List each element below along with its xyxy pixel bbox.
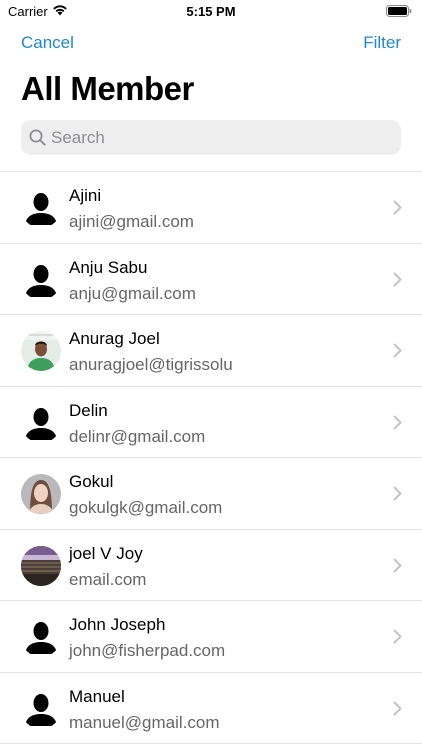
list-item[interactable]: Anurag Joel anuragjoel@tigrissolu <box>0 315 422 387</box>
chevron-right-icon <box>393 629 402 644</box>
member-email: anju@gmail.com <box>69 283 196 303</box>
avatar <box>21 331 61 371</box>
silhouette-icon <box>25 693 57 726</box>
list-item[interactable]: Ajini ajini@gmail.com <box>0 172 422 244</box>
member-email: ajini@gmail.com <box>69 212 194 231</box>
member-email: john@fisherpad.com <box>69 641 226 660</box>
navigation-bar: Cancel Filter <box>0 30 422 58</box>
avatar <box>21 260 61 300</box>
avatar <box>21 689 61 729</box>
photo-avatar-icon <box>21 474 61 514</box>
filter-button[interactable]: Filter <box>363 33 401 53</box>
chevron-right-icon <box>393 343 402 358</box>
avatar <box>21 545 61 586</box>
chevron-right-icon <box>393 701 402 715</box>
status-bar: Carrier 5:15 PM <box>0 0 422 24</box>
member-name: Delin <box>69 400 108 420</box>
member-email: manuel@gmail.com <box>69 712 220 732</box>
cancel-button[interactable]: Cancel <box>21 33 74 53</box>
list-item[interactable]: Anju Sabu anju@gmail.com <box>0 244 422 315</box>
list-item[interactable]: Gokul gokulgk@gmail.com <box>0 458 422 530</box>
member-name: John Joseph <box>69 615 166 634</box>
silhouette-icon <box>25 193 57 225</box>
silhouette-icon <box>25 407 57 440</box>
member-email: anuragjoel@tigrissolu <box>69 355 233 374</box>
avatar <box>21 403 61 443</box>
member-name: Anju Sabu <box>69 257 148 277</box>
avatar <box>21 474 61 514</box>
avatar <box>21 617 61 657</box>
member-name: Anurag Joel <box>69 329 160 348</box>
member-list: Ajini ajini@gmail.com Anju Sabu anju@gma… <box>0 171 422 744</box>
silhouette-icon <box>25 264 57 297</box>
chevron-right-icon <box>393 415 402 429</box>
member-name: Manuel <box>69 686 125 706</box>
list-item[interactable]: John Joseph john@fisherpad.com <box>0 601 422 673</box>
avatar <box>21 188 61 228</box>
member-email: email.com <box>69 569 147 589</box>
member-name: joel V Joy <box>69 543 143 563</box>
member-email: delinr@gmail.com <box>69 426 206 446</box>
list-item[interactable]: joel V Joy email.com <box>0 530 422 601</box>
chevron-right-icon <box>393 200 402 215</box>
silhouette-icon <box>25 622 57 654</box>
list-item[interactable]: Manuel manuel@gmail.com <box>0 673 422 744</box>
chevron-right-icon <box>393 486 402 501</box>
photo-avatar-icon <box>21 331 61 371</box>
member-name: Ajini <box>69 186 102 205</box>
chevron-right-icon <box>393 558 402 572</box>
search-bar[interactable] <box>21 120 401 155</box>
member-name: Gokul <box>69 472 114 491</box>
member-email: gokulgk@gmail.com <box>69 498 223 517</box>
list-item[interactable]: Delin delinr@gmail.com <box>0 387 422 458</box>
photo-avatar-icon <box>21 545 61 586</box>
status-time: 5:15 PM <box>186 4 236 19</box>
battery-icon <box>386 5 412 17</box>
search-icon <box>29 129 46 146</box>
page-title: All Member <box>21 70 194 107</box>
search-input[interactable] <box>51 120 391 155</box>
chevron-right-icon <box>393 272 402 286</box>
